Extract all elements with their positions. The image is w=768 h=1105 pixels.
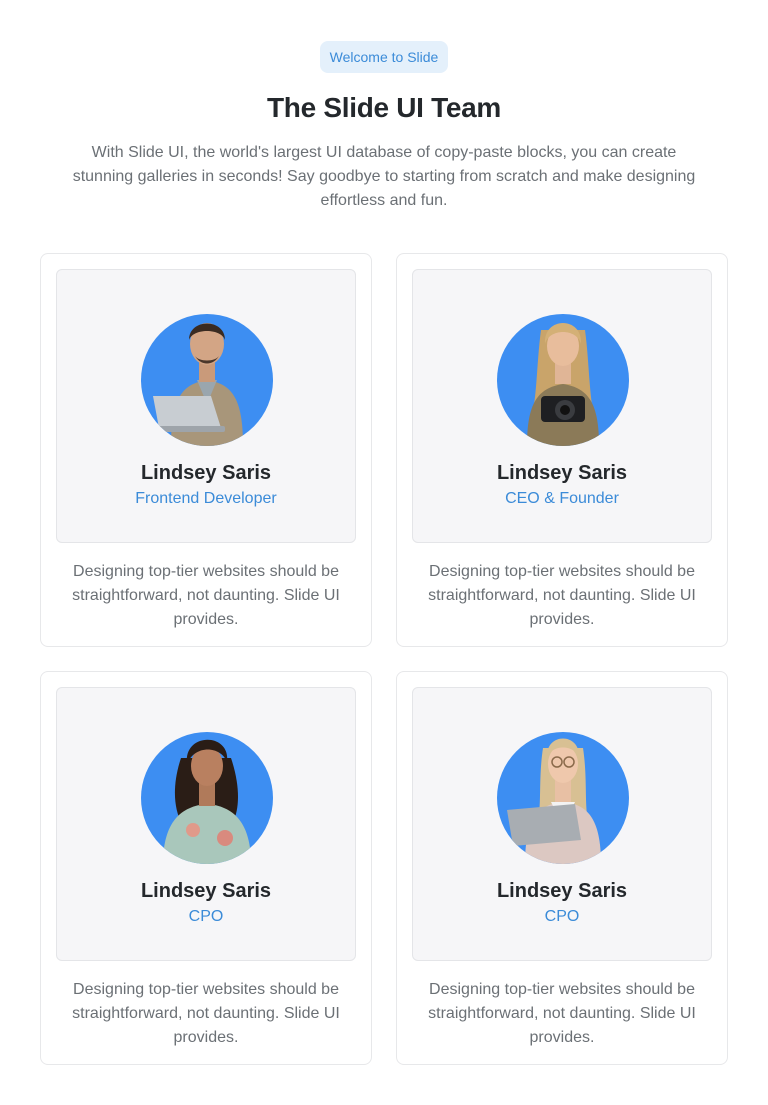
section-header: Welcome to Slide The Slide UI Team With …: [0, 0, 768, 213]
team-card-profile: Lindsey Saris CPO: [412, 687, 712, 961]
team-grid: Lindsey Saris Frontend Developer Designi…: [40, 253, 728, 1065]
team-card-profile: Lindsey Saris CPO: [56, 687, 356, 961]
team-card-profile: Lindsey Saris Frontend Developer: [56, 269, 356, 543]
page-title: The Slide UI Team: [267, 92, 501, 123]
member-name: Lindsey Saris: [140, 880, 272, 902]
avatar: [141, 314, 273, 446]
team-card: Lindsey Saris CPO Designing top-tier web…: [40, 671, 372, 1065]
member-name: Lindsey Saris: [140, 462, 272, 484]
person-photo-icon: [507, 738, 601, 864]
person-photo-icon: [527, 323, 599, 446]
avatar: [141, 732, 273, 864]
team-section: Welcome to Slide The Slide UI Team With …: [0, 0, 768, 1105]
avatar: [497, 314, 629, 446]
member-name: Lindsey Saris: [496, 880, 628, 902]
page-subtitle: With Slide UI, the world's largest UI da…: [72, 144, 696, 209]
team-card: Lindsey Saris Frontend Developer Designi…: [40, 253, 372, 647]
member-role: CPO: [188, 908, 224, 925]
person-photo-icon: [153, 323, 243, 446]
member-description: Designing top-tier websites should be st…: [428, 981, 696, 1046]
member-role: Frontend Developer: [135, 490, 277, 507]
member-description: Designing top-tier websites should be st…: [72, 563, 340, 628]
member-role: CPO: [544, 908, 580, 925]
team-card: Lindsey Saris CPO Designing top-tier web…: [396, 671, 728, 1065]
avatar: [497, 732, 629, 864]
person-photo-icon: [163, 739, 251, 864]
member-description: Designing top-tier websites should be st…: [72, 981, 340, 1046]
team-card-profile: Lindsey Saris CEO & Founder: [412, 269, 712, 543]
member-description: Designing top-tier websites should be st…: [428, 563, 696, 628]
team-card: Lindsey Saris CEO & Founder Designing to…: [396, 253, 728, 647]
welcome-badge: Welcome to Slide: [319, 41, 449, 73]
member-name: Lindsey Saris: [496, 462, 628, 484]
member-role: CEO & Founder: [505, 490, 619, 507]
